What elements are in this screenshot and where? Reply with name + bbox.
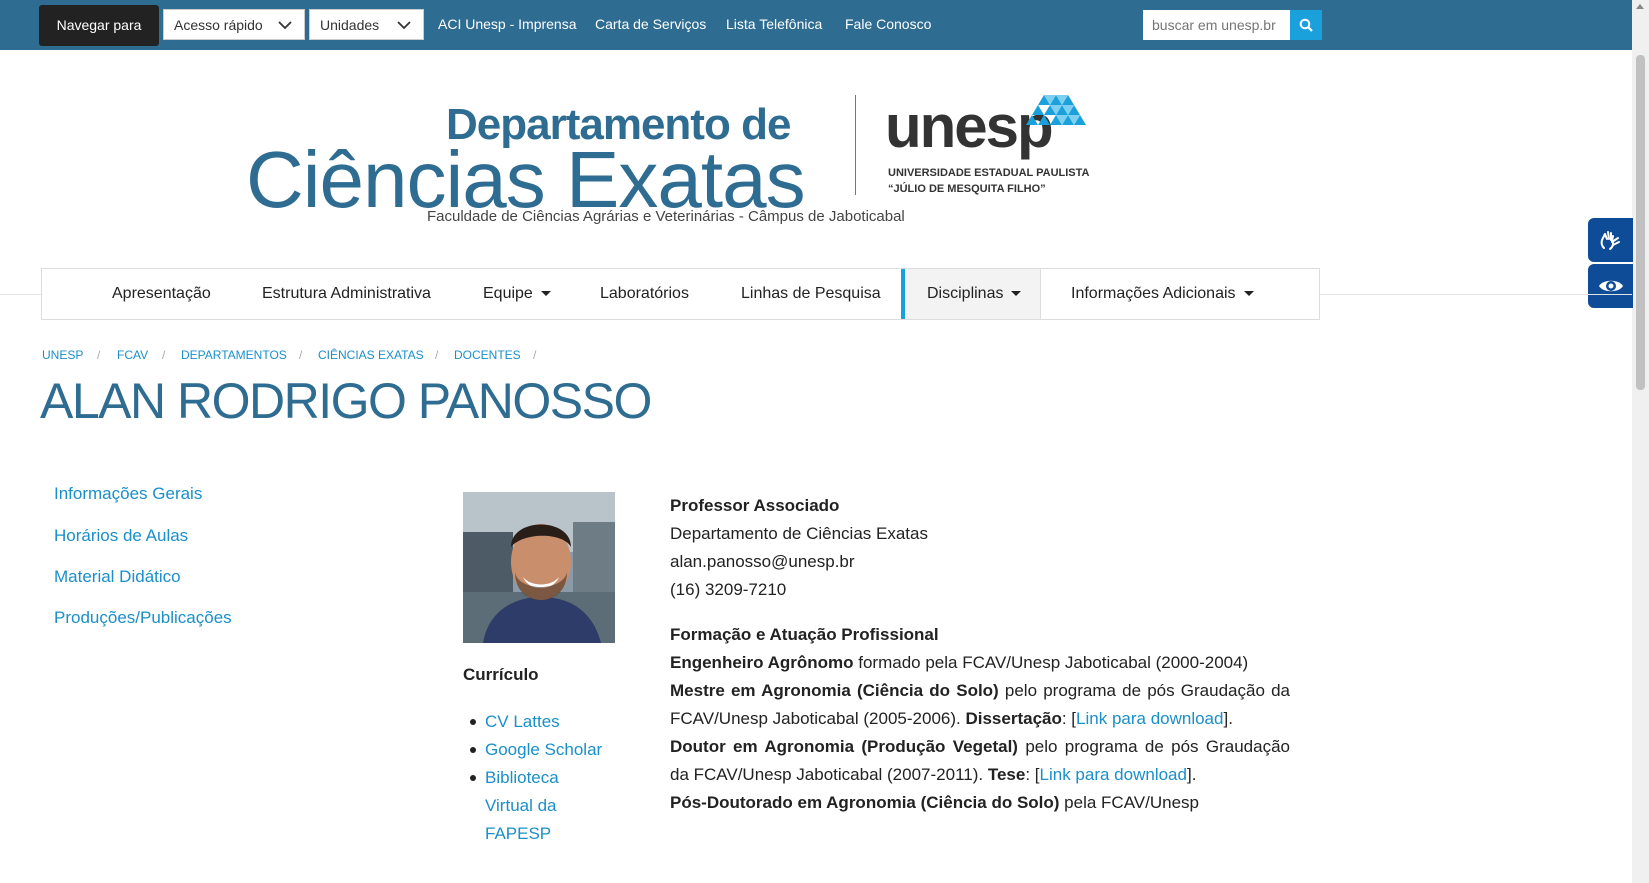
department: Departamento de Ciências Exatas — [670, 524, 928, 543]
breadcrumb-separator: / — [299, 348, 303, 362]
caret-down-icon — [1011, 291, 1022, 296]
link-cv-lattes[interactable]: CV Lattes — [468, 708, 608, 736]
units-label: Unidades — [320, 17, 380, 33]
search-input[interactable] — [1143, 10, 1290, 40]
profile-photo-image — [463, 492, 615, 643]
quick-access-select[interactable]: Acesso rápido — [163, 9, 305, 40]
unesp-logo-subtitle-1: UNIVERSIDADE ESTADUAL PAULISTA — [888, 167, 1090, 179]
accessibility-view-button[interactable] — [1588, 264, 1633, 308]
curriculum-title: Currículo — [463, 665, 539, 684]
agronomist-text: formado pela FCAV/Unesp Jaboticabal (200… — [853, 653, 1249, 672]
dissertation-download-link[interactable]: Link para download — [1076, 709, 1223, 728]
nav-item-informacoes-label: Informações Adicionais — [1071, 285, 1236, 302]
search-icon — [1299, 18, 1313, 32]
thesis-close: ]. — [1186, 765, 1197, 784]
email[interactable]: alan.panosso@unesp.br — [670, 548, 1290, 576]
nav-item-disciplinas[interactable]: Disciplinas — [901, 269, 1041, 319]
breadcrumb-docentes[interactable]: DOCENTES — [454, 348, 521, 362]
breadcrumb-separator: / — [533, 348, 537, 362]
sign-language-hands-icon — [1600, 231, 1620, 250]
dissertation-sep: : [ — [1061, 709, 1077, 728]
nav-item-informacoes-adicionais[interactable]: Informações Adicionais — [1071, 269, 1254, 319]
units-select[interactable]: Unidades — [309, 9, 424, 40]
caret-down-icon — [540, 291, 551, 296]
phd-bold: Doutor em Agronomia (Produção Vegetal) — [670, 737, 1018, 756]
section-title: Formação e Atuação Profissional — [670, 625, 939, 644]
postdoc-bold: Pós-Doutorado em Agronomia (Ciência do S… — [670, 793, 1060, 812]
main-nav: Apresentação Estrutura Administrativa Eq… — [41, 268, 1320, 320]
breadcrumb-ciencias-exatas[interactable]: CIÊNCIAS EXATAS — [318, 348, 424, 362]
education-masters: Mestre em Agronomia (Ciência do Solo) pe… — [670, 677, 1290, 733]
dissertation-close: ]. — [1223, 709, 1233, 728]
dissertation-label: Dissertação — [965, 709, 1062, 728]
top-link-carta-servicos[interactable]: Carta de Serviços — [595, 16, 706, 32]
curriculum-links: CV Lattes Google Scholar Biblioteca Virt… — [468, 708, 608, 848]
logo-divider — [855, 95, 856, 195]
profile-content: Professor Associado Departamento de Ciên… — [670, 492, 1290, 817]
top-link-fale-conosco[interactable]: Fale Conosco — [845, 16, 931, 32]
phone: (16) 3209-7210 — [670, 580, 787, 599]
navigate-to-button[interactable]: Navegar para — [39, 5, 159, 46]
breadcrumb-separator: / — [97, 348, 101, 362]
top-bar: Navegar para Acesso rápido Unidades ACI … — [0, 0, 1632, 50]
education-agronomist: Engenheiro Agrônomo formado pela FCAV/Un… — [670, 649, 1290, 677]
top-link-lista-telefonica[interactable]: Lista Telefônica — [726, 16, 822, 32]
nav-item-equipe-label: Equipe — [483, 285, 533, 302]
breadcrumb-separator: / — [435, 348, 439, 362]
nav-item-linhas-pesquisa[interactable]: Linhas de Pesquisa — [741, 269, 881, 319]
education-postdoc: Pós-Doutorado em Agronomia (Ciência do S… — [670, 789, 1290, 817]
scroll-up-icon[interactable] — [1636, 4, 1644, 9]
nav-item-estrutura-administrativa[interactable]: Estrutura Administrativa — [262, 269, 431, 319]
nav-item-equipe[interactable]: Equipe — [483, 269, 551, 319]
postdoc-text: pela FCAV/Unesp — [1059, 793, 1199, 812]
masters-bold: Mestre em Agronomia (Ciência do Solo) — [670, 681, 999, 700]
unesp-triangles-icon — [1026, 95, 1086, 125]
profile-photo — [463, 492, 615, 643]
scrollbar[interactable] — [1632, 0, 1649, 883]
link-biblioteca-fapesp[interactable]: Biblioteca Virtual da FAPESP — [468, 764, 608, 848]
side-link-producoes-publicacoes[interactable]: Produções/Publicações — [54, 608, 232, 628]
page-title: ALAN RODRIGO PANOSSO — [40, 373, 652, 429]
sign-language-button[interactable] — [1588, 218, 1633, 262]
position: Professor Associado — [670, 496, 840, 515]
link-google-scholar[interactable]: Google Scholar — [468, 736, 608, 764]
department-subtitle: Faculdade de Ciências Agrárias e Veterin… — [427, 208, 905, 225]
side-link-horarios-aulas[interactable]: Horários de Aulas — [54, 526, 188, 546]
unesp-logo-subtitle-2: “JÚLIO DE MESQUITA FILHO” — [888, 183, 1046, 195]
agronomist-bold: Engenheiro Agrônomo — [670, 653, 854, 672]
thesis-download-link[interactable]: Link para download — [1040, 765, 1187, 784]
top-link-aci-imprensa[interactable]: ACI Unesp - Imprensa — [438, 16, 577, 32]
breadcrumb-departamentos[interactable]: DEPARTAMENTOS — [181, 348, 287, 362]
breadcrumb-separator: / — [162, 348, 166, 362]
education-phd: Doutor em Agronomia (Produção Vegetal) p… — [670, 733, 1290, 789]
nav-item-laboratorios[interactable]: Laboratórios — [600, 269, 689, 319]
caret-down-icon — [1243, 291, 1254, 296]
thesis-label: Tese — [987, 765, 1026, 784]
breadcrumb-unesp[interactable]: UNESP — [42, 348, 83, 362]
scroll-thumb[interactable] — [1636, 55, 1645, 390]
breadcrumb-fcav[interactable]: FCAV — [117, 348, 148, 362]
search-button[interactable] — [1290, 10, 1322, 40]
nav-item-apresentacao[interactable]: Apresentação — [112, 269, 211, 319]
quick-access-label: Acesso rápido — [174, 17, 263, 33]
side-link-material-didatico[interactable]: Material Didático — [54, 567, 181, 587]
thesis-sep: : [ — [1025, 765, 1040, 784]
nav-item-disciplinas-label: Disciplinas — [927, 285, 1004, 302]
side-link-informacoes-gerais[interactable]: Informações Gerais — [54, 484, 202, 504]
